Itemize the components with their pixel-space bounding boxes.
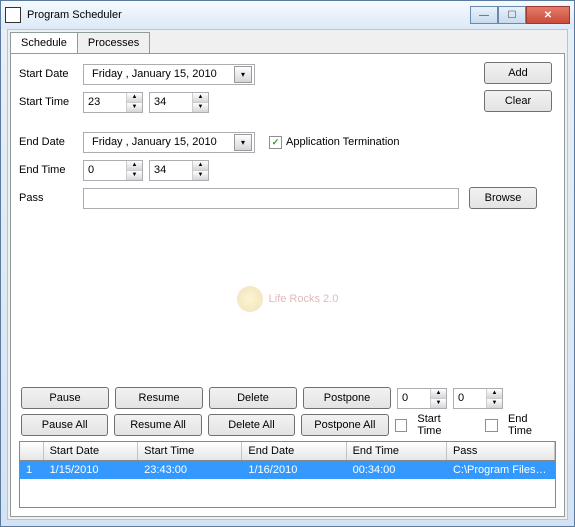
start-date-value: Friday , January 15, 2010	[86, 68, 234, 80]
maximize-button[interactable]	[498, 6, 526, 24]
end-date-label: End Date	[19, 136, 83, 148]
postpone-value-1[interactable]: 0 ▲▼	[397, 388, 447, 409]
chevron-up-icon[interactable]: ▲	[127, 161, 142, 171]
chevron-down-icon[interactable]: ▼	[193, 103, 208, 112]
col-start-time[interactable]: Start Time	[138, 442, 242, 460]
start-time-checkbox[interactable]	[395, 419, 408, 432]
start-minute-spinner[interactable]: 34 ▲▼	[149, 92, 209, 113]
end-time-checkbox[interactable]	[485, 419, 498, 432]
end-date-value: Friday , January 15, 2010	[86, 136, 234, 148]
window-title: Program Scheduler	[27, 9, 470, 21]
app-termination-checkbox[interactable]: ✓	[269, 136, 282, 149]
app-termination-label: Application Termination	[286, 136, 400, 148]
tabs: Schedule Processes	[8, 30, 567, 53]
chevron-up-icon[interactable]: ▲	[127, 93, 142, 103]
pass-label: Pass	[19, 192, 83, 204]
col-start-date[interactable]: Start Date	[44, 442, 139, 460]
chevron-down-icon[interactable]: ▼	[487, 399, 502, 408]
add-button[interactable]: Add	[484, 62, 552, 84]
start-time-label: Start Time	[19, 96, 83, 108]
pause-button[interactable]: Pause	[21, 387, 109, 409]
tab-processes[interactable]: Processes	[77, 32, 150, 53]
close-button[interactable]	[526, 6, 570, 24]
resume-all-button[interactable]: Resume All	[114, 414, 201, 436]
clear-button[interactable]: Clear	[484, 90, 552, 112]
app-icon	[5, 7, 21, 23]
postpone-all-button[interactable]: Postpone All	[301, 414, 388, 436]
calendar-icon[interactable]: ▾	[234, 134, 252, 151]
chevron-down-icon[interactable]: ▼	[127, 103, 142, 112]
chevron-up-icon[interactable]: ▲	[487, 389, 502, 399]
resume-button[interactable]: Resume	[115, 387, 203, 409]
start-date-picker[interactable]: Friday , January 15, 2010 ▾	[83, 64, 255, 85]
titlebar[interactable]: Program Scheduler	[1, 1, 574, 29]
start-hour-spinner[interactable]: 23 ▲▼	[83, 92, 143, 113]
end-time-label: End Time	[19, 164, 83, 176]
tab-schedule[interactable]: Schedule	[10, 32, 78, 53]
client-area: Schedule Processes Start Date Friday , J…	[7, 29, 568, 520]
end-hour-spinner[interactable]: 0 ▲▼	[83, 160, 143, 181]
delete-button[interactable]: Delete	[209, 387, 297, 409]
start-time-chk-label: Start Time	[417, 413, 467, 437]
schedule-grid[interactable]: Start Date Start Time End Date End Time …	[19, 441, 556, 508]
chevron-down-icon[interactable]: ▼	[193, 171, 208, 180]
pass-input[interactable]	[83, 188, 459, 209]
end-minute-spinner[interactable]: 34 ▲▼	[149, 160, 209, 181]
chevron-up-icon[interactable]: ▲	[193, 161, 208, 171]
start-date-label: Start Date	[19, 68, 83, 80]
end-time-chk-label: End Time	[508, 413, 554, 437]
tab-content: Start Date Friday , January 15, 2010 ▾ S…	[10, 53, 565, 517]
grid-header: Start Date Start Time End Date End Time …	[20, 442, 555, 461]
end-date-picker[interactable]: Friday , January 15, 2010 ▾	[83, 132, 255, 153]
table-row[interactable]: 1 1/15/2010 23:43:00 1/16/2010 00:34:00 …	[20, 461, 555, 479]
delete-all-button[interactable]: Delete All	[208, 414, 295, 436]
browse-button[interactable]: Browse	[469, 187, 537, 209]
chevron-up-icon[interactable]: ▲	[431, 389, 446, 399]
chevron-down-icon[interactable]: ▼	[431, 399, 446, 408]
postpone-button[interactable]: Postpone	[303, 387, 391, 409]
postpone-value-2[interactable]: 0 ▲▼	[453, 388, 503, 409]
col-end-time[interactable]: End Time	[347, 442, 447, 460]
col-pass[interactable]: Pass	[447, 442, 555, 460]
calendar-icon[interactable]: ▾	[234, 66, 252, 83]
pause-all-button[interactable]: Pause All	[21, 414, 108, 436]
chevron-down-icon[interactable]: ▼	[127, 171, 142, 180]
minimize-button[interactable]	[470, 6, 498, 24]
col-end-date[interactable]: End Date	[242, 442, 346, 460]
chevron-up-icon[interactable]: ▲	[193, 93, 208, 103]
app-window: Program Scheduler Schedule Processes Sta…	[0, 0, 575, 527]
table-row[interactable]	[20, 479, 555, 499]
watermark: Life Rocks 2.0	[19, 214, 556, 383]
globe-icon	[237, 286, 263, 312]
col-index[interactable]	[20, 442, 44, 460]
